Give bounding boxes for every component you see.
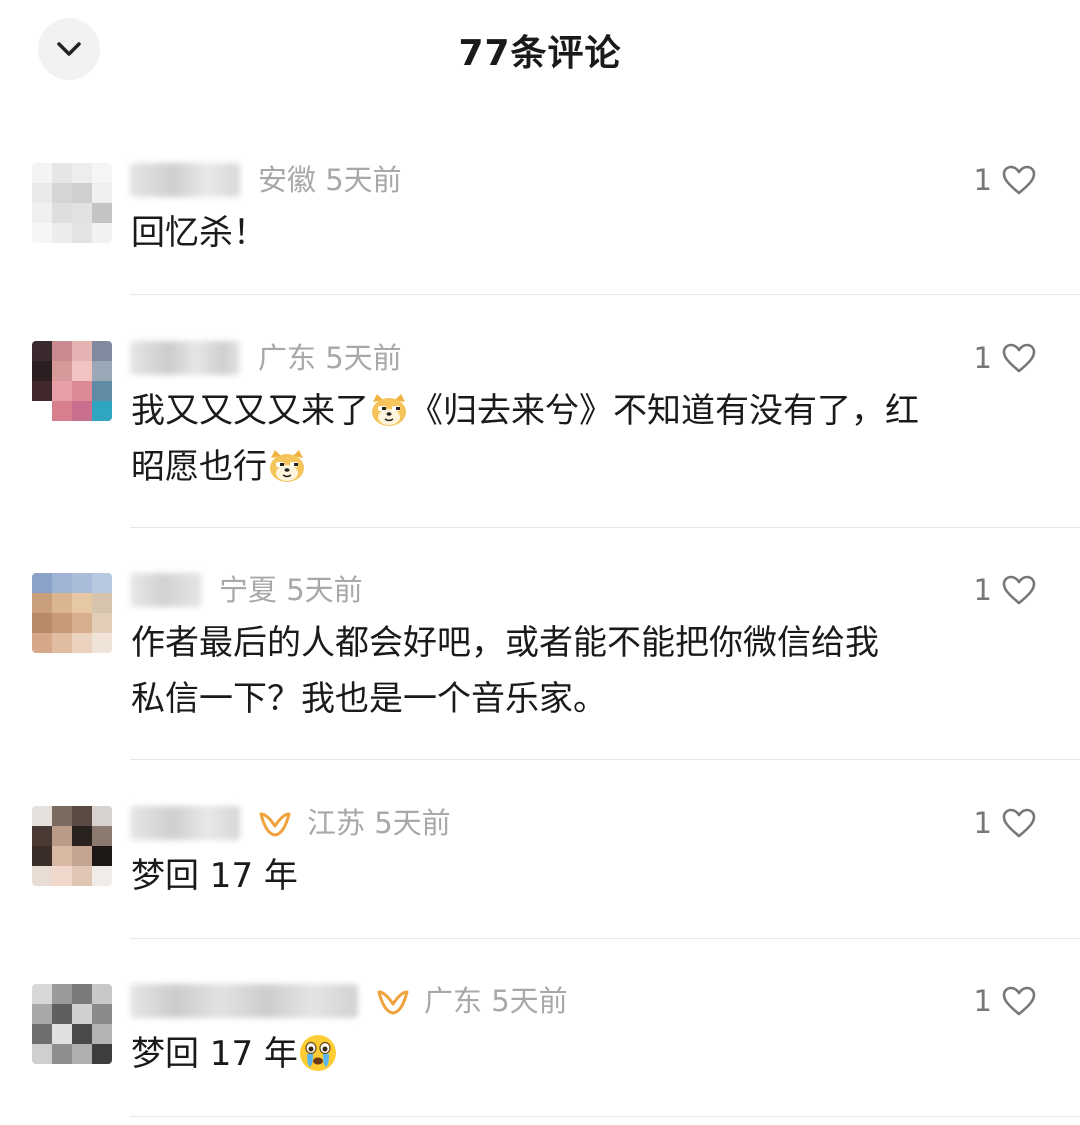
username-blurred[interactable]: [130, 163, 240, 197]
like-button[interactable]: 1: [974, 163, 1036, 197]
crying-face-emoji-icon: [299, 1035, 336, 1071]
comment-meta: 安徽 5天前: [258, 163, 402, 197]
comment-location: 江苏: [307, 806, 366, 840]
comment-time: 5天前: [325, 163, 402, 197]
divider: [130, 527, 1080, 528]
avatar[interactable]: [32, 341, 112, 421]
comment-meta: 宁夏 5天前: [219, 573, 363, 607]
doge-cat-emoji-icon: [372, 394, 406, 426]
divider: [130, 294, 1080, 295]
comment-text: 梦回 17 年: [131, 1026, 1011, 1082]
comment-text-part: 我又又又又来了: [131, 391, 369, 431]
username-blurred[interactable]: [130, 341, 240, 375]
username-blurred[interactable]: [130, 984, 358, 1018]
like-count: 1: [973, 806, 992, 840]
divider: [130, 938, 1080, 939]
divider: [130, 1116, 1080, 1117]
heart-icon: [1002, 808, 1036, 838]
comment-meta: 广东 5天前: [258, 341, 402, 375]
comment-time: 5天前: [374, 806, 451, 840]
comment-location: 安徽: [258, 163, 317, 197]
comment-meta: 江苏 5天前: [307, 806, 451, 840]
like-button[interactable]: 1: [974, 984, 1036, 1018]
like-count: 1: [973, 163, 992, 197]
doge-cat-emoji-icon: [270, 450, 304, 482]
like-button[interactable]: 1: [974, 573, 1036, 607]
comment-time: 5天前: [325, 341, 402, 375]
like-count: 1: [973, 341, 992, 375]
heart-icon: [1002, 343, 1036, 373]
vip-badge-icon: [259, 812, 291, 837]
like-count: 1: [973, 984, 992, 1018]
comment-time: 5天前: [491, 984, 568, 1018]
like-count: 1: [973, 573, 992, 607]
heart-icon: [1002, 986, 1036, 1016]
comment-time: 5天前: [286, 573, 363, 607]
heart-icon: [1002, 575, 1036, 605]
comment-text-part: 梦回 17 年: [131, 1034, 298, 1074]
comment-location: 广东: [424, 984, 483, 1018]
vip-badge-icon: [377, 990, 409, 1015]
username-blurred[interactable]: [130, 573, 202, 607]
comment-text: 回忆杀！: [131, 213, 267, 253]
heart-icon: [1002, 165, 1036, 195]
comment-list: 安徽 5天前 回忆杀！ 1 广东 5天前 我又又又又来了 《归去来兮》不知道有没…: [0, 0, 1080, 1125]
comment-location: 宁夏: [219, 573, 278, 607]
comment-text: 梦回 17 年: [131, 856, 298, 896]
comment-location: 广东: [258, 341, 317, 375]
avatar[interactable]: [32, 806, 112, 886]
like-button[interactable]: 1: [974, 341, 1036, 375]
username-blurred[interactable]: [130, 806, 240, 840]
comment-text: 我又又又又来了 《归去来兮》不知道有没有了，红 昭愿也行: [131, 383, 1011, 495]
avatar[interactable]: [32, 984, 112, 1064]
comment-meta: 广东 5天前: [424, 984, 568, 1018]
comment-text: 作者最后的人都会好吧，或者能不能把你微信给我 私信一下？我也是一个音乐家。: [131, 623, 879, 719]
divider: [130, 759, 1080, 760]
avatar[interactable]: [32, 573, 112, 653]
avatar[interactable]: [32, 163, 112, 243]
like-button[interactable]: 1: [974, 806, 1036, 840]
